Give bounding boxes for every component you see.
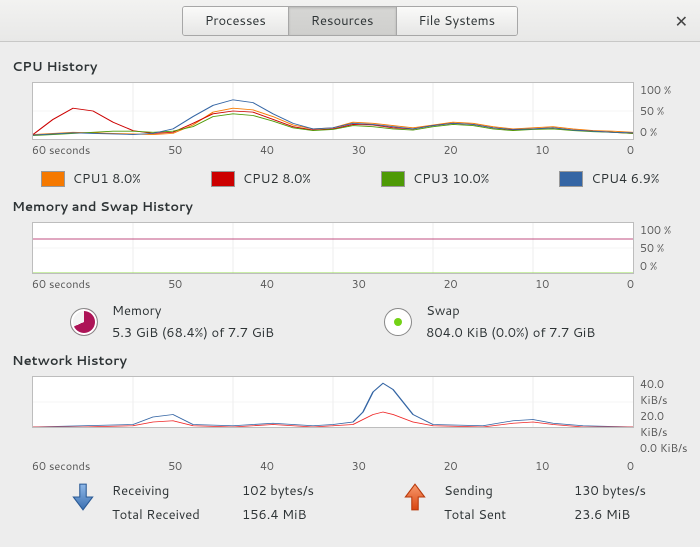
sending-label: Sending [444, 482, 574, 500]
tab-processes[interactable]: Processes [183, 7, 289, 35]
cpu-chart [32, 82, 634, 140]
swap-label: Swap [426, 302, 595, 320]
cpu-x-axis: 60 seconds5040 302010 0 [32, 142, 634, 158]
network-x-axis: 60 seconds5040 302010 0 [32, 458, 634, 474]
memory-x-axis: 60 seconds5040 302010 0 [32, 276, 634, 292]
cpu-y-axis: 100 % 50 % 0 % [634, 82, 690, 140]
network-receiving: Receiving 102 bytes/s Total Received 156… [70, 482, 352, 524]
memory-history-title: Memory and Swap History [12, 198, 690, 216]
network-y-axis: 40.0 KiB/s 20.0 KiB/s 0.0 KiB/s [634, 376, 690, 456]
memory-detail: 5.3 GiB (68.4%) of 7.7 GiB [112, 324, 274, 342]
total-sent-label: Total Sent [444, 506, 574, 524]
network-chart [32, 376, 634, 428]
receiving-rate: 102 bytes/s [242, 482, 352, 500]
memory-usage: Memory 5.3 GiB (68.4%) of 7.7 GiB [70, 302, 274, 342]
memory-chart [32, 222, 634, 274]
tab-filesystems[interactable]: File Systems [397, 7, 518, 35]
memory-label: Memory [112, 302, 274, 320]
download-arrow-icon [70, 482, 96, 512]
cpu-legend-item[interactable]: CPU1 8.0% [41, 170, 141, 188]
sending-rate: 130 bytes/s [574, 482, 684, 500]
close-icon[interactable]: ✕ [675, 10, 688, 33]
total-received-label: Total Received [112, 506, 242, 524]
swap-detail: 804.0 KiB (0.0%) of 7.7 GiB [426, 324, 595, 342]
total-sent-value: 23.6 MiB [574, 506, 684, 524]
upload-arrow-icon [402, 482, 428, 512]
network-sending: Sending 130 bytes/s Total Sent 23.6 MiB [402, 482, 684, 524]
swap-usage: Swap 804.0 KiB (0.0%) of 7.7 GiB [384, 302, 595, 342]
memory-y-axis: 100 % 50 % 0 % [634, 222, 690, 274]
swap-pie-icon [384, 308, 412, 336]
total-received-value: 156.4 MiB [242, 506, 352, 524]
cpu-history-title: CPU History [12, 58, 690, 76]
receiving-label: Receiving [112, 482, 242, 500]
cpu-legend-item[interactable]: CPU4 6.9% [559, 170, 659, 188]
network-history-title: Network History [12, 352, 690, 370]
cpu-legend-item[interactable]: CPU3 10.0% [381, 170, 489, 188]
header-bar: Processes Resources File Systems ✕ [0, 0, 700, 42]
tab-resources[interactable]: Resources [289, 7, 397, 35]
cpu-legend-item[interactable]: CPU2 8.0% [211, 170, 311, 188]
memory-pie-icon [70, 308, 98, 336]
cpu-legend: CPU1 8.0% CPU2 8.0% CPU3 10.0% CPU4 6.9% [10, 170, 690, 188]
content-area: CPU History 100 % 50 % 0 % 60 seconds504… [0, 42, 700, 534]
view-tabs: Processes Resources File Systems [182, 6, 518, 36]
